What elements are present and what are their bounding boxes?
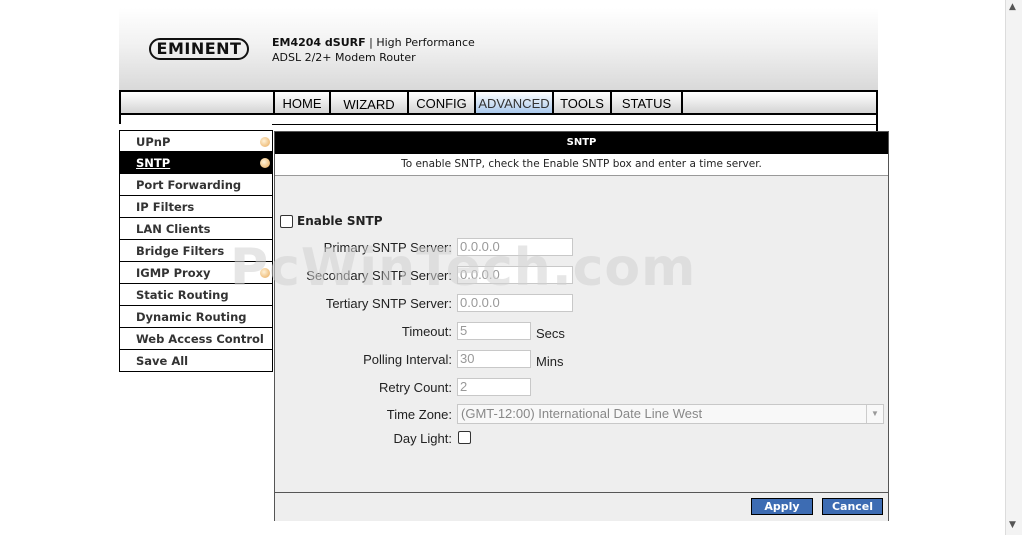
- main-nav: HOME WIZARD CONFIG ADVANCED TOOLS STATUS: [119, 90, 878, 115]
- chevron-down-icon[interactable]: ▼: [866, 405, 883, 423]
- timeout-label: Timeout:: [401, 324, 452, 339]
- nav-underline: [119, 115, 878, 124]
- panel-footer: Apply Cancel: [275, 492, 888, 521]
- sidebar-item-web-access-control[interactable]: Web Access Control: [119, 328, 273, 350]
- sidebar-item-label: IGMP Proxy: [136, 266, 211, 280]
- sidebar-item-dynamic-routing[interactable]: Dynamic Routing: [119, 306, 273, 328]
- tab-wizard[interactable]: WIZARD: [331, 92, 407, 113]
- scroll-down-arrow-icon[interactable]: ▼: [1009, 520, 1016, 530]
- retry-count-input[interactable]: 2: [457, 378, 531, 396]
- cancel-button[interactable]: Cancel: [822, 498, 883, 515]
- title-separator: |: [369, 36, 373, 49]
- enable-sntp-row: Enable SNTP: [280, 214, 383, 228]
- sidebar-item-label: Dynamic Routing: [136, 310, 247, 324]
- tertiary-server-input[interactable]: 0.0.0.0: [457, 294, 573, 312]
- product-title: EM4204 dSURF | High Performance: [272, 36, 475, 49]
- secondary-server-label: Secondary SNTP Server:: [306, 268, 452, 283]
- sidebar-item-label: Bridge Filters: [136, 244, 225, 258]
- panel-description: To enable SNTP, check the Enable SNTP bo…: [275, 154, 888, 176]
- sidebar-item-lan-clients[interactable]: LAN Clients: [119, 218, 273, 240]
- vertical-scrollbar[interactable]: ▲ ▼: [1005, 0, 1022, 535]
- enable-sntp-label: Enable SNTP: [297, 214, 383, 228]
- sntp-panel: SNTP To enable SNTP, check the Enable SN…: [274, 131, 889, 521]
- primary-server-input[interactable]: 0.0.0.0: [457, 238, 573, 256]
- sidebar-item-label: IP Filters: [136, 200, 195, 214]
- sidebar-item-label: Port Forwarding: [136, 178, 242, 192]
- bullet-dot-icon: [260, 268, 270, 278]
- sidebar-item-igmp-proxy[interactable]: IGMP Proxy: [119, 262, 273, 284]
- secondary-server-input[interactable]: 0.0.0.0: [457, 266, 573, 284]
- sidebar-item-label: SNTP: [136, 156, 171, 170]
- tab-status[interactable]: STATUS: [612, 92, 681, 113]
- sidebar-item-label: UPnP: [136, 135, 171, 149]
- apply-button[interactable]: Apply: [751, 498, 813, 515]
- sidebar-item-bridge-filters[interactable]: Bridge Filters: [119, 240, 273, 262]
- sidebar-item-port-forwarding[interactable]: Port Forwarding: [119, 174, 273, 196]
- sidebar-item-label: LAN Clients: [136, 222, 211, 236]
- tab-tools[interactable]: TOOLS: [554, 92, 610, 113]
- timeout-input[interactable]: 5: [457, 322, 531, 340]
- polling-interval-label: Polling Interval:: [363, 352, 452, 367]
- day-light-label: Day Light:: [393, 431, 452, 446]
- sidebar-item-static-routing[interactable]: Static Routing: [119, 284, 273, 306]
- scroll-up-arrow-icon[interactable]: ▲: [1009, 2, 1016, 12]
- tab-advanced[interactable]: ADVANCED: [476, 92, 552, 113]
- tab-home[interactable]: HOME: [275, 92, 329, 113]
- sidebar-item-sntp[interactable]: SNTP: [119, 152, 273, 174]
- retry-count-label: Retry Count:: [379, 380, 452, 395]
- polling-interval-input[interactable]: 30: [457, 350, 531, 368]
- model-name: EM4204 dSURF: [272, 36, 366, 49]
- day-light-checkbox[interactable]: [458, 431, 471, 444]
- time-zone-label: Time Zone:: [386, 407, 452, 422]
- bullet-dot-icon: [260, 158, 270, 168]
- sidebar-item-label: Web Access Control: [136, 332, 264, 346]
- time-zone-select[interactable]: (GMT-12:00) International Date Line West…: [457, 404, 884, 424]
- bullet-dot-icon: [260, 137, 270, 147]
- nav-spacer-left: [121, 92, 273, 113]
- enable-sntp-checkbox[interactable]: [280, 215, 293, 228]
- primary-server-label: Primary SNTP Server:: [323, 240, 452, 255]
- panel-title: SNTP: [275, 132, 888, 154]
- sidebar-item-upnp[interactable]: UPnP: [119, 130, 273, 152]
- timeout-unit: Secs: [536, 326, 565, 341]
- eminent-logo: EMINENT: [149, 38, 249, 60]
- header-banner: EMINENT EM4204 dSURF | High Performance …: [119, 8, 878, 90]
- tertiary-server-label: Tertiary SNTP Server:: [325, 296, 452, 311]
- nav-spacer-right: [683, 92, 876, 113]
- advanced-sidebar: UPnP SNTP Port Forwarding IP Filters LAN…: [119, 130, 273, 372]
- sidebar-item-label: Save All: [136, 354, 189, 368]
- tab-config[interactable]: CONFIG: [409, 92, 474, 113]
- sidebar-item-save-all[interactable]: Save All: [119, 350, 273, 372]
- sidebar-item-label: Static Routing: [136, 288, 229, 302]
- nav-underline-right: [272, 124, 878, 131]
- product-subline: ADSL 2/2+ Modem Router: [272, 51, 416, 64]
- polling-interval-unit: Mins: [536, 354, 564, 369]
- time-zone-value: (GMT-12:00) International Date Line West: [461, 406, 703, 421]
- sidebar-item-ip-filters[interactable]: IP Filters: [119, 196, 273, 218]
- product-tagline: High Performance: [376, 36, 475, 49]
